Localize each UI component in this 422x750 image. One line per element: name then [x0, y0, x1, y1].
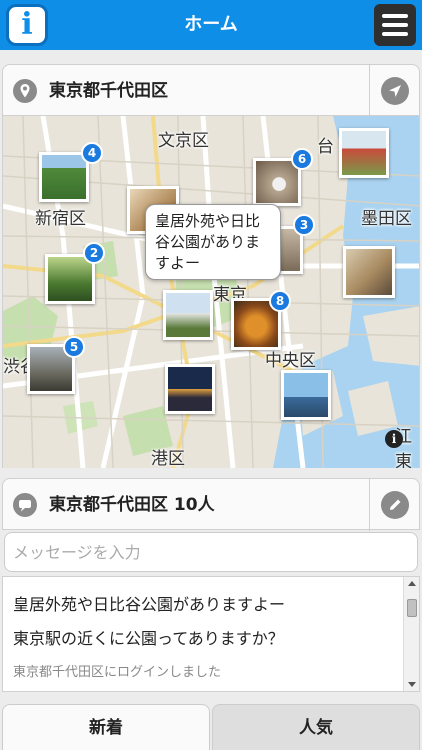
- divider: [369, 479, 370, 531]
- app-header: i ホーム: [0, 0, 422, 50]
- scroll-thumb[interactable]: [407, 599, 417, 617]
- chat-room-title: 東京都千代田区 10人: [49, 495, 215, 515]
- navigation-arrow-icon: [389, 85, 401, 97]
- message-input[interactable]: [4, 532, 418, 572]
- district-label: 文京区: [158, 131, 209, 151]
- district-label: 港区: [151, 449, 185, 468]
- scroll-down-arrow-icon[interactable]: [408, 682, 416, 687]
- location-bar: 東京都千代田区: [2, 64, 420, 117]
- photo-marker-drink[interactable]: [343, 246, 395, 298]
- map-view[interactable]: 文京区 台 新宿区 墨田区 東京 中央区 渋谷 港区 江東 4 6 3 2 8 …: [2, 116, 420, 468]
- message-item: 皇居外苑や日比谷公園がありますよー: [13, 595, 286, 614]
- pencil-icon: [390, 499, 401, 510]
- hamburger-menu-icon: [382, 14, 408, 18]
- photo-marker-night-view[interactable]: [165, 364, 215, 414]
- compose-button[interactable]: [381, 491, 409, 519]
- message-list[interactable]: 皇居外苑や日比谷公園がありますよー 東京駅の近くに公園ってありますか？ 東京都千…: [2, 576, 420, 692]
- photo-count-badge: 5: [63, 336, 85, 358]
- menu-button[interactable]: [374, 4, 416, 46]
- photo-marker-diet-building[interactable]: [163, 290, 213, 340]
- divider: [369, 65, 370, 117]
- district-label: 墨田区: [361, 209, 412, 229]
- tab-popular[interactable]: 人気: [212, 704, 420, 750]
- system-message: 東京都千代田区にログインしました: [13, 665, 222, 680]
- map-info-icon[interactable]: i: [385, 430, 403, 448]
- speech-bubble-icon: [13, 493, 37, 517]
- scroll-up-arrow-icon[interactable]: [408, 581, 416, 586]
- photo-marker-bay[interactable]: [281, 370, 331, 420]
- photo-marker-tree[interactable]: [39, 152, 89, 202]
- tab-new[interactable]: 新着: [2, 704, 210, 750]
- map-message-bubble[interactable]: 皇居外苑や日比谷公園がありますよー: [145, 204, 281, 280]
- page-title: ホーム: [184, 14, 238, 35]
- scrollbar[interactable]: [403, 577, 419, 691]
- current-location-button[interactable]: [381, 77, 409, 105]
- district-label: 台: [317, 137, 334, 157]
- photo-count-badge: 8: [269, 290, 291, 312]
- message-item: 東京駅の近くに公園ってありますか？: [13, 629, 284, 648]
- map-pin-icon: [13, 79, 37, 103]
- photo-count-badge: 4: [81, 142, 103, 164]
- location-title: 東京都千代田区: [49, 81, 168, 101]
- photo-marker-temple[interactable]: [339, 128, 389, 178]
- photo-count-badge: 3: [293, 214, 315, 236]
- photo-count-badge: 2: [83, 242, 105, 264]
- chat-header: 東京都千代田区 10人: [2, 478, 420, 531]
- photo-count-badge: 6: [291, 148, 313, 170]
- district-label: 新宿区: [35, 209, 86, 229]
